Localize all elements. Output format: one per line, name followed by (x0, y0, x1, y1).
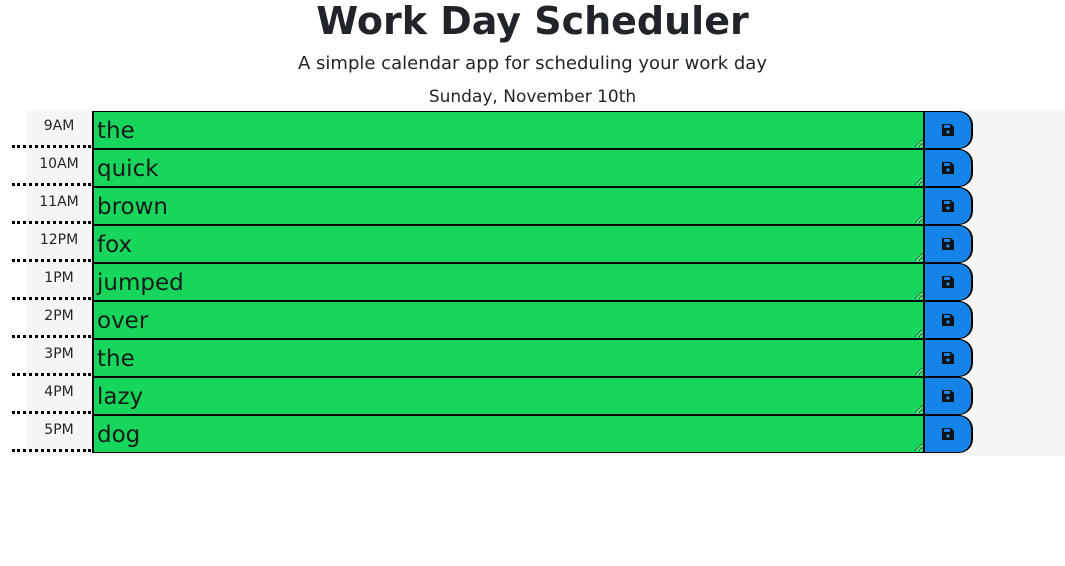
task-textarea[interactable]: over (92, 301, 925, 339)
floppy-disk-icon (941, 237, 955, 251)
task-textarea[interactable]: quick (92, 149, 925, 187)
time-block-row: 12PM fox (12, 224, 1065, 263)
time-block-row: 3PM the (12, 338, 1065, 377)
save-button[interactable] (923, 301, 973, 339)
time-block-row: 2PM over (12, 300, 1065, 339)
hour-label: 12PM (12, 224, 91, 262)
task-textarea[interactable]: the (92, 111, 925, 149)
floppy-disk-icon (941, 275, 955, 289)
time-block-row: 9AM the (12, 110, 1065, 149)
floppy-disk-icon (941, 389, 955, 403)
task-textarea[interactable]: the (92, 339, 925, 377)
floppy-disk-icon (941, 161, 955, 175)
hour-label: 11AM (12, 186, 91, 224)
time-block-row: 1PM jumped (12, 262, 1065, 301)
time-block-row: 5PM dog (12, 414, 1065, 453)
floppy-disk-icon (941, 351, 955, 365)
hour-label: 2PM (12, 300, 91, 338)
current-day: Sunday, November 10th (428, 87, 637, 107)
task-textarea[interactable]: lazy (92, 377, 925, 415)
hour-label: 4PM (12, 376, 91, 414)
floppy-disk-icon (941, 199, 955, 213)
floppy-disk-icon (941, 123, 955, 137)
time-block-row: 4PM lazy (12, 376, 1065, 415)
task-textarea[interactable]: fox (92, 225, 925, 263)
hour-label: 5PM (12, 414, 91, 452)
hour-label: 3PM (12, 338, 91, 376)
task-textarea[interactable]: brown (92, 187, 925, 225)
task-textarea[interactable]: jumped (92, 263, 925, 301)
save-button[interactable] (923, 415, 973, 453)
save-button[interactable] (923, 111, 973, 149)
floppy-disk-icon (941, 427, 955, 441)
task-textarea[interactable]: dog (92, 415, 925, 453)
hour-label: 9AM (12, 110, 91, 148)
save-button[interactable] (923, 339, 973, 377)
page-subtitle: A simple calendar app for scheduling you… (298, 53, 767, 74)
save-button[interactable] (923, 377, 973, 415)
save-button[interactable] (923, 149, 973, 187)
time-block-row: 10AM quick (12, 148, 1065, 187)
save-button[interactable] (923, 187, 973, 225)
hour-label: 10AM (12, 148, 91, 186)
save-button[interactable] (923, 263, 973, 301)
schedule-container: 9AM the 10AM quick 11AM brown 12PM fox 1… (12, 110, 1065, 456)
floppy-disk-icon (941, 313, 955, 327)
page-title: Work Day Scheduler (316, 0, 749, 43)
hour-label: 1PM (12, 262, 91, 300)
save-button[interactable] (923, 225, 973, 263)
time-block-row: 11AM brown (12, 186, 1065, 225)
